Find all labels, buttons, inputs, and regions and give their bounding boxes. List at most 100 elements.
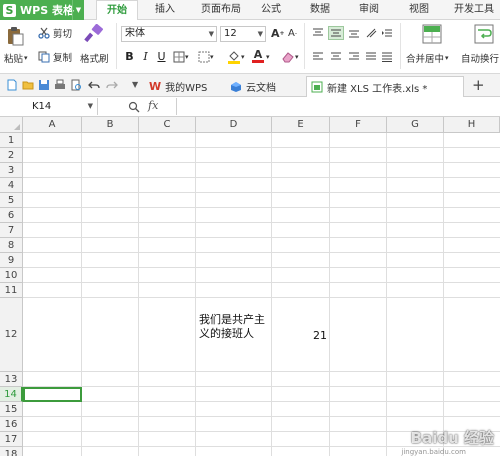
watermark-url: jingyan.baidu.com bbox=[401, 448, 466, 456]
row-header-16[interactable]: 16 bbox=[0, 417, 23, 432]
shrink-font-icon[interactable]: A- bbox=[288, 28, 297, 39]
row-header-2[interactable]: 2 bbox=[0, 148, 23, 163]
chevron-down-icon[interactable]: ▼ bbox=[132, 80, 138, 89]
wrap-text-icon[interactable] bbox=[474, 24, 494, 44]
distribute-icon[interactable] bbox=[381, 52, 393, 62]
paste-button[interactable]: 粘贴 ▾ bbox=[4, 51, 28, 65]
print-icon[interactable] bbox=[54, 79, 66, 91]
indent-icon[interactable] bbox=[381, 28, 393, 38]
print-preview-icon[interactable] bbox=[70, 79, 82, 91]
column-header-b[interactable]: B bbox=[82, 117, 139, 133]
divider bbox=[400, 23, 401, 69]
redo-icon[interactable] bbox=[106, 79, 118, 91]
row-header-15[interactable]: 15 bbox=[0, 402, 23, 417]
column-header-d[interactable]: D bbox=[196, 117, 272, 133]
spreadsheet-grid[interactable]: A B C D E F G H 1 2 3 4 5 6 7 8 9 10 11 … bbox=[0, 117, 500, 456]
row-header-13[interactable]: 13 bbox=[0, 372, 23, 387]
tab-new-xls[interactable]: 新建 XLS 工作表.xls * bbox=[306, 76, 464, 97]
column-header-a[interactable]: A bbox=[23, 117, 82, 133]
row-header-3[interactable]: 3 bbox=[0, 163, 23, 178]
eraser-icon bbox=[282, 52, 294, 63]
gridline bbox=[23, 237, 500, 238]
align-left-icon[interactable] bbox=[312, 52, 324, 62]
merge-center-button[interactable]: 合并居中 ▾ bbox=[406, 51, 449, 65]
grow-font-icon[interactable]: A + bbox=[271, 27, 285, 40]
row-header-9[interactable]: 9 bbox=[0, 253, 23, 268]
merge-center-icon[interactable] bbox=[422, 24, 442, 44]
column-header-h[interactable]: H bbox=[444, 117, 500, 133]
row-header-18[interactable]: 18 bbox=[0, 447, 23, 456]
fill-color-button[interactable]: ▾ bbox=[227, 50, 245, 64]
copy-button[interactable]: 复制 bbox=[38, 50, 72, 64]
chevron-down-icon[interactable]: ▼ bbox=[72, 0, 84, 20]
align-right-icon[interactable] bbox=[348, 52, 360, 62]
row-header-14[interactable]: 14 bbox=[0, 387, 23, 402]
zoom-icon[interactable] bbox=[128, 101, 140, 113]
row-header-12[interactable]: 12 bbox=[0, 298, 23, 372]
align-top-icon[interactable] bbox=[312, 28, 324, 38]
paste-icon[interactable] bbox=[6, 26, 24, 46]
menu-bar: S WPS 表格 ▼ 开始 插入 页面布局 公式 数据 审阅 视图 开发工具 bbox=[0, 0, 500, 21]
undo-icon[interactable] bbox=[88, 79, 100, 91]
font-name-select[interactable]: 宋体 ▼ bbox=[121, 26, 217, 42]
clear-format-button[interactable]: ▾ bbox=[281, 50, 299, 64]
row-header-5[interactable]: 5 bbox=[0, 193, 23, 208]
cut-button[interactable]: 剪切 bbox=[38, 26, 72, 40]
new-file-icon[interactable] bbox=[6, 79, 18, 91]
tab-my-wps[interactable]: W 我的WPS bbox=[145, 76, 223, 97]
underline-button[interactable]: U bbox=[155, 49, 168, 65]
wrap-text-button[interactable]: 自动换行 bbox=[461, 51, 499, 65]
font-color-button[interactable]: A bbox=[252, 49, 264, 63]
tab-view[interactable]: 视图 bbox=[404, 0, 434, 20]
gridline bbox=[23, 192, 500, 193]
tab-insert[interactable]: 插入 bbox=[148, 0, 182, 20]
formula-input[interactable] bbox=[176, 98, 500, 115]
column-header-g[interactable]: G bbox=[387, 117, 444, 133]
align-bottom-icon[interactable] bbox=[348, 28, 360, 38]
select-all-corner[interactable] bbox=[0, 117, 23, 133]
add-tab-icon[interactable]: + bbox=[472, 76, 485, 94]
align-middle-icon[interactable] bbox=[328, 26, 344, 40]
open-folder-icon[interactable] bbox=[22, 79, 34, 91]
row-header-7[interactable]: 7 bbox=[0, 223, 23, 238]
font-size-select[interactable]: 12 ▼ bbox=[220, 26, 266, 42]
name-box[interactable]: K14 ▼ bbox=[0, 98, 98, 115]
align-center-icon[interactable] bbox=[330, 52, 342, 62]
tab-data[interactable]: 数据 bbox=[305, 0, 335, 20]
tab-cloud-docs[interactable]: 云文档 bbox=[226, 76, 298, 97]
row-header-17[interactable]: 17 bbox=[0, 432, 23, 447]
chevron-down-icon: ▼ bbox=[208, 30, 214, 38]
column-header-c[interactable]: C bbox=[139, 117, 196, 133]
tab-developer[interactable]: 开发工具 bbox=[448, 0, 500, 20]
save-icon[interactable] bbox=[38, 79, 50, 91]
row-header-6[interactable]: 6 bbox=[0, 208, 23, 223]
column-header-f[interactable]: F bbox=[330, 117, 387, 133]
app-menu-button[interactable]: S WPS 表格 ▼ bbox=[0, 0, 84, 20]
insert-function-button[interactable]: fx bbox=[148, 99, 158, 112]
tab-formula[interactable]: 公式 bbox=[256, 0, 286, 20]
tab-home[interactable]: 开始 bbox=[96, 0, 138, 21]
format-painter-icon[interactable] bbox=[84, 24, 104, 44]
chevron-down-icon[interactable]: ▾ bbox=[266, 53, 270, 61]
gridline bbox=[23, 222, 500, 223]
cell-d12[interactable]: 我们是共产主义的接班人 bbox=[199, 313, 269, 341]
justify-icon[interactable] bbox=[365, 52, 377, 62]
cell-e12[interactable]: 21 bbox=[274, 329, 327, 343]
border-button[interactable]: ▾ bbox=[173, 51, 189, 63]
merge-mini-button[interactable]: ▾ bbox=[198, 51, 214, 63]
row-header-11[interactable]: 11 bbox=[0, 283, 23, 298]
row-header-10[interactable]: 10 bbox=[0, 268, 23, 283]
gridline bbox=[23, 282, 500, 283]
gridline bbox=[81, 133, 82, 456]
row-header-1[interactable]: 1 bbox=[0, 133, 23, 148]
italic-button[interactable]: I bbox=[139, 49, 152, 65]
gridline bbox=[23, 416, 500, 417]
orientation-icon[interactable] bbox=[365, 28, 377, 38]
bold-button[interactable]: B bbox=[123, 49, 136, 65]
column-header-e[interactable]: E bbox=[272, 117, 330, 133]
format-painter-button[interactable]: 格式刷 bbox=[80, 51, 109, 65]
row-header-4[interactable]: 4 bbox=[0, 178, 23, 193]
row-header-8[interactable]: 8 bbox=[0, 238, 23, 253]
tab-review[interactable]: 审阅 bbox=[354, 0, 384, 20]
tab-page-layout[interactable]: 页面布局 bbox=[192, 0, 250, 20]
